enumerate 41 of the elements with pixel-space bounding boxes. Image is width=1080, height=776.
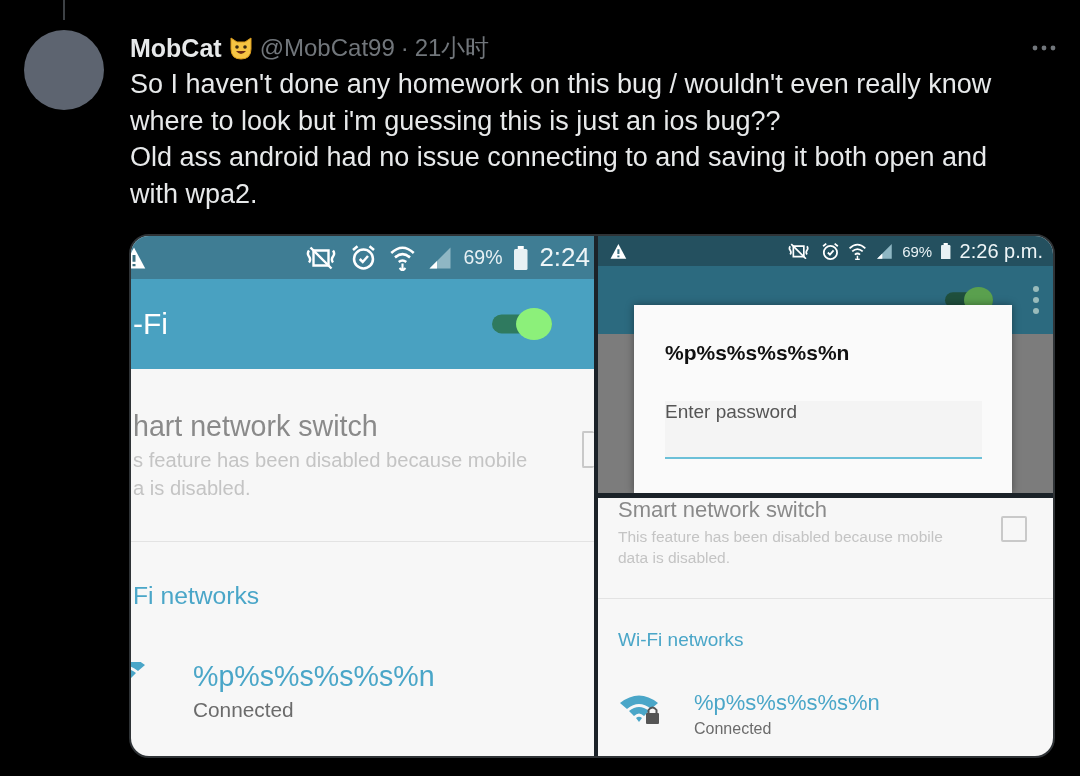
- battery-icon: [941, 242, 951, 260]
- setting-title: Smart network switch: [618, 498, 829, 522]
- mute-icon: [786, 242, 812, 260]
- warning-icon: [610, 242, 627, 260]
- battery-percentage: 69%: [902, 242, 933, 260]
- section-header: Fi networks: [133, 580, 260, 611]
- checkbox[interactable]: [582, 431, 594, 468]
- tweet-text: So I haven't done any homework on this bug / wouldn't even really know where to look but i'm guessing this is just an ios bug??: [130, 68, 993, 138]
- status-time: 2:24: [539, 242, 590, 273]
- setting-title: hart network switch: [133, 411, 379, 443]
- author-name[interactable]: MobCat: [130, 33, 222, 63]
- connection-status: Connected: [694, 719, 773, 739]
- battery-icon: [514, 245, 528, 270]
- tweet-text: Old ass android had no issue connecting to and saving it both open and with wpa2.: [130, 141, 989, 211]
- checkbox[interactable]: [1001, 516, 1027, 542]
- signal-icon: [876, 242, 894, 260]
- thread-line: [63, 0, 65, 20]
- signal-icon: [427, 245, 452, 270]
- battery-percentage: 69%: [463, 246, 503, 269]
- more-icon[interactable]: [1032, 45, 1056, 51]
- connection-status: Connected: [193, 697, 295, 724]
- media-card[interactable]: [129, 234, 1055, 758]
- post-time[interactable]: 21小时: [414, 32, 490, 64]
- alarm-icon: [820, 241, 840, 261]
- network-name[interactable]: %p%s%s%s%s%n: [193, 660, 435, 695]
- dialog-title: %p%s%s%s%s%n: [665, 340, 850, 366]
- wifi-icon: [848, 241, 868, 261]
- password-field[interactable]: Enter password: [665, 401, 982, 459]
- separator: ·: [400, 34, 409, 62]
- screenshot[interactable]: 69% 2:26 p.m. %p%s%s%s%s%n Enter password: [598, 236, 1053, 493]
- network-name[interactable]: %p%s%s%s%s%n: [694, 690, 880, 716]
- section-header: Wi-Fi networks: [618, 628, 744, 652]
- app-bar-title: -Fi: [132, 307, 168, 341]
- wifi-icon: [389, 244, 417, 271]
- warning-icon: [131, 245, 146, 270]
- author-handle[interactable]: @MobCat99: [259, 34, 395, 62]
- wifi-toggle[interactable]: [492, 308, 552, 340]
- more-icon[interactable]: [1033, 286, 1039, 314]
- status-time: 2:26 p.m.: [959, 239, 1043, 263]
- cat-face-icon: [227, 35, 254, 61]
- wifi-lock-icon: [620, 694, 660, 726]
